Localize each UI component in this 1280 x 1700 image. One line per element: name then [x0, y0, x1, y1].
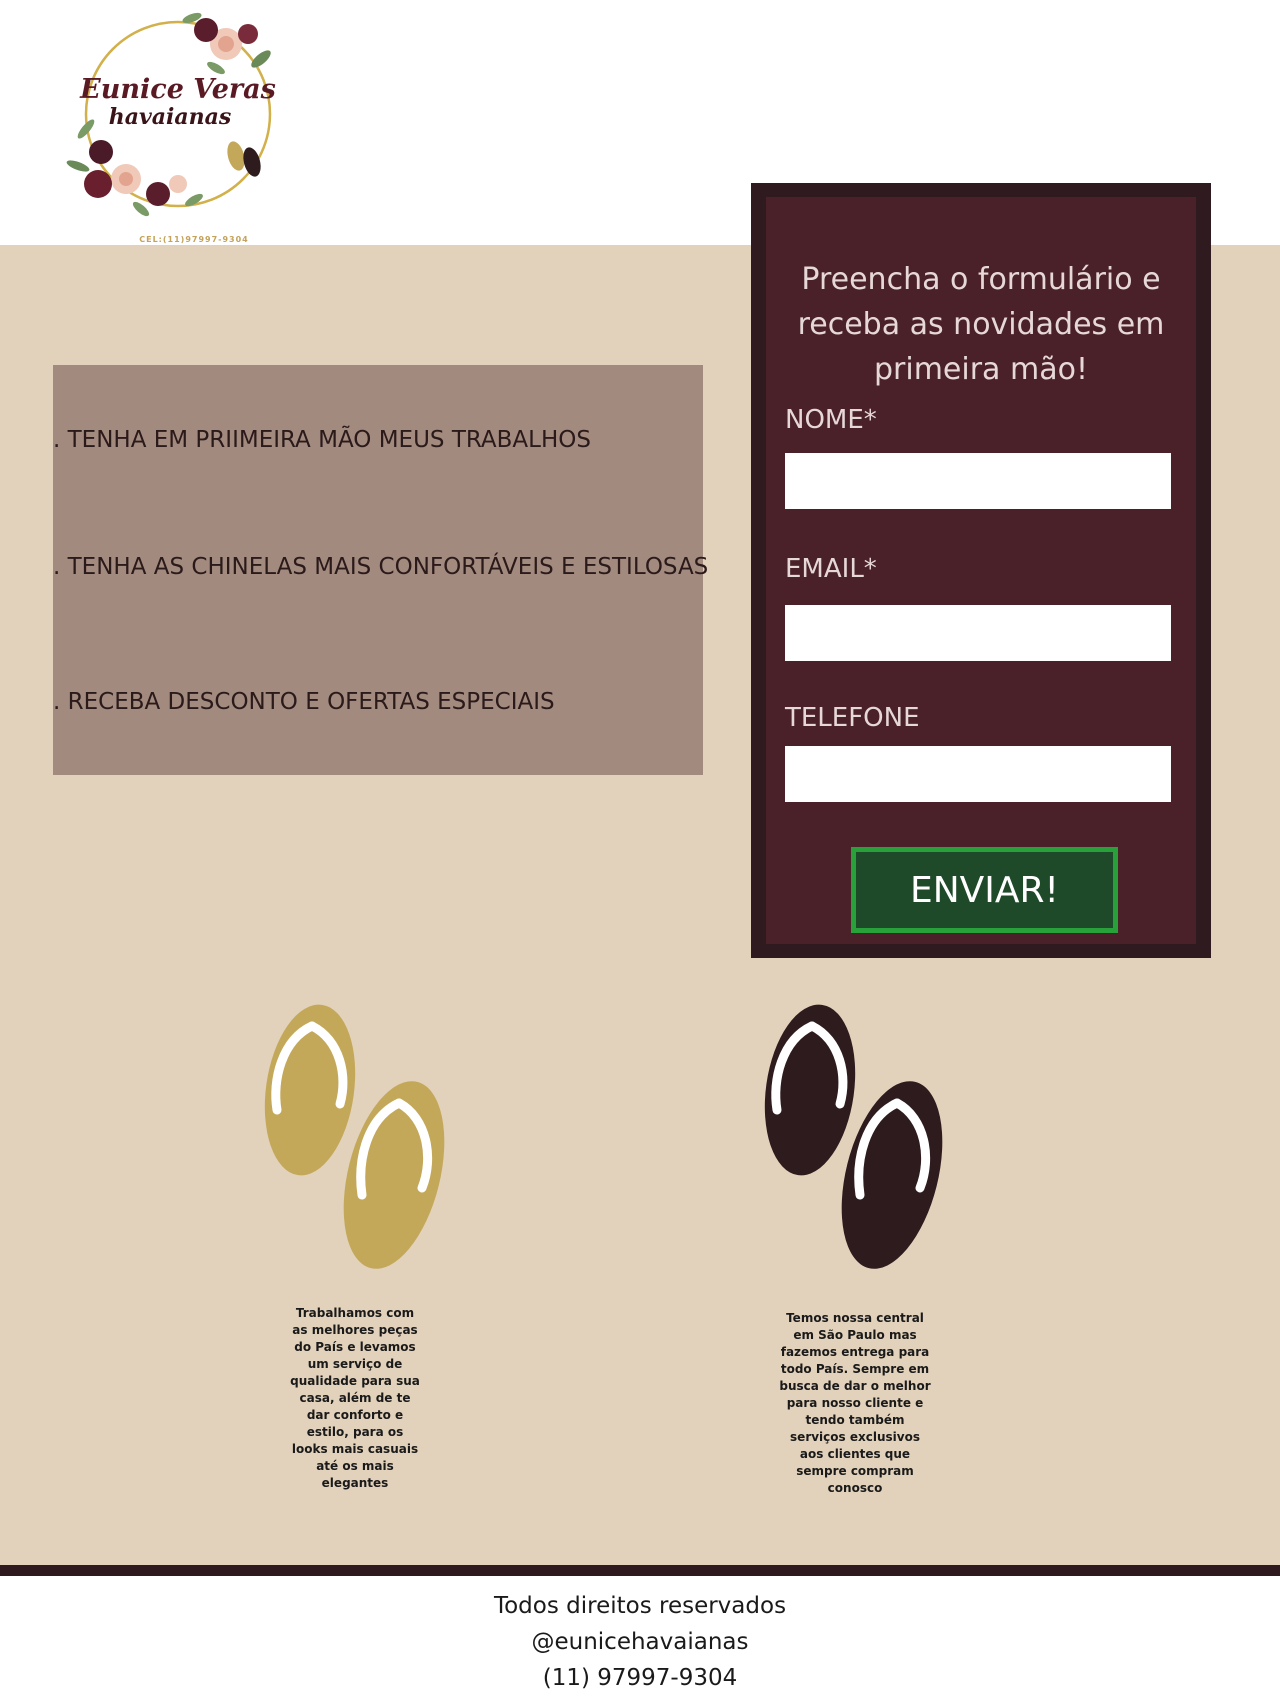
phone-label: TELEFONE [785, 703, 920, 733]
brown-flip-flops-icon [764, 1004, 943, 1269]
footer: Todos direitos reservados @eunicehavaian… [0, 1576, 1280, 1700]
submit-button[interactable]: ENVIAR! [851, 847, 1118, 933]
phone-field[interactable] [785, 746, 1171, 802]
signup-form: Preencha o formulário e receba as novida… [751, 183, 1211, 958]
footer-divider [0, 1565, 1280, 1576]
footer-rights: Todos direitos reservados [493, 1593, 787, 1619]
benefit-item: . RECEBA DESCONTO E OFERTAS ESPECIAIS [53, 689, 555, 715]
benefit-item: . TENHA EM PRIIMEIRA MÃO MEUS TRABALHOS [53, 427, 591, 453]
email-field[interactable] [785, 605, 1171, 661]
svg-text:Eunice Veras: Eunice Veras [79, 74, 276, 105]
footer-phone: (11) 97997-9304 [542, 1665, 738, 1691]
svg-text:CEL:(11)97997-9304: CEL:(11)97997-9304 [139, 235, 249, 244]
name-label: NOME* [785, 405, 877, 435]
footer-instagram: @eunicehavaianas [531, 1629, 749, 1655]
name-field[interactable] [785, 453, 1171, 509]
benefits-panel: . TENHA EM PRIIMEIRA MÃO MEUS TRABALHOS … [53, 365, 708, 775]
gold-flip-flops-icon [264, 1004, 445, 1269]
svg-text:havaianas: havaianas [109, 104, 232, 130]
benefit-item: . TENHA AS CHINELAS MAIS CONFORTÁVEIS E … [53, 554, 709, 580]
email-label: EMAIL* [785, 554, 877, 584]
form-title: Preencha o formulário e receba as novida… [797, 262, 1165, 387]
signup-form-panel: Preencha o formulário e receba as novida… [766, 197, 1196, 944]
feature-description: Temos nossa central em São Paulo mas faz… [779, 1311, 931, 1495]
feature-description: Trabalhamos com as melhores peças do Paí… [290, 1306, 420, 1490]
logo: Eunice Veras havaianas CEL:(11)97997-930… [66, 12, 276, 244]
